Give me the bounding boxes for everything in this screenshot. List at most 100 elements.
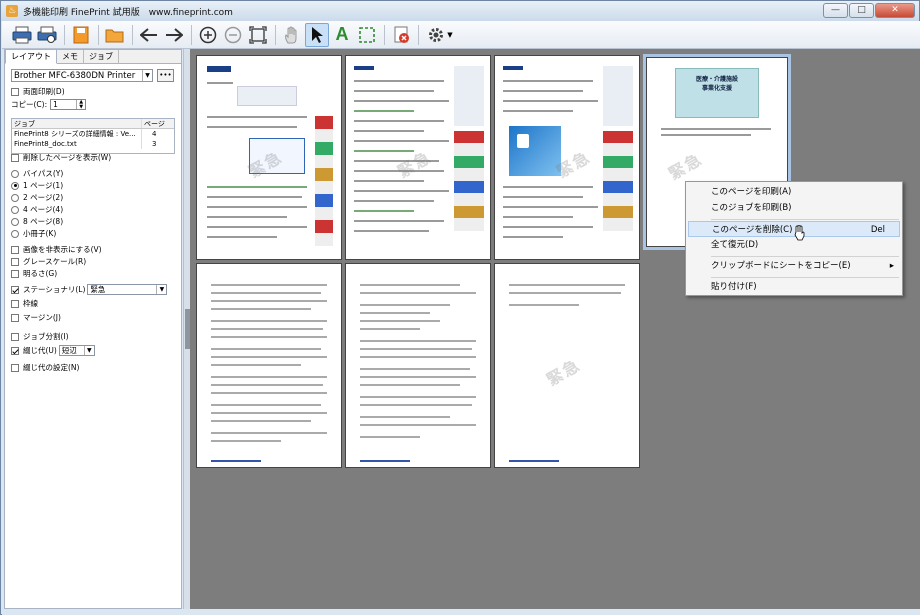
margin-checkbox[interactable] bbox=[11, 313, 19, 322]
grayscale-label: グレースケール(R) bbox=[23, 257, 87, 266]
frame-label: 枠線 bbox=[23, 299, 38, 308]
tab-jobs[interactable]: ジョブ bbox=[84, 50, 119, 64]
menu-item-print-page[interactable]: このページを印刷(A) bbox=[688, 184, 900, 200]
zoom-in-icon[interactable] bbox=[196, 23, 220, 47]
delete-page-icon[interactable] bbox=[389, 23, 413, 47]
table-row[interactable]: FinePrint8 シリーズの詳細情報 : Ve... 4 bbox=[12, 129, 174, 139]
app-icon[interactable]: ♨ bbox=[6, 5, 18, 17]
panel-splitter[interactable] bbox=[183, 49, 190, 609]
title-bar: ♨ 多機能印刷 FinePrint 試用版 www.fineprint.com … bbox=[1, 1, 919, 21]
stationery-checkbox[interactable] bbox=[11, 285, 19, 294]
marquee-select-icon[interactable] bbox=[355, 23, 379, 47]
page-thumbnail[interactable]: 緊急 bbox=[345, 55, 491, 260]
table-row[interactable]: FinePrint8_doc.txt 3 bbox=[12, 139, 174, 149]
printer-properties-button[interactable]: ••• bbox=[157, 69, 174, 82]
maximize-button[interactable]: □ bbox=[849, 3, 874, 18]
status-bar bbox=[2, 609, 920, 615]
page-thumbnail[interactable] bbox=[196, 263, 342, 468]
layout-radio-bypass[interactable] bbox=[11, 169, 19, 178]
printer-select[interactable]: Brother MFC-6380DN Printer ▼ bbox=[11, 69, 153, 82]
layout-radio-8page[interactable] bbox=[11, 217, 19, 226]
text-tool-icon[interactable]: A bbox=[330, 23, 354, 47]
grayscale-checkbox[interactable] bbox=[11, 257, 19, 266]
page-thumbnail[interactable]: 緊急 bbox=[494, 263, 640, 468]
close-button[interactable]: ✕ bbox=[875, 3, 915, 18]
tab-memo[interactable]: メモ bbox=[57, 50, 84, 64]
zoom-out-icon[interactable] bbox=[221, 23, 245, 47]
hide-images-checkbox[interactable] bbox=[11, 245, 19, 254]
menu-item-paste[interactable]: 貼り付け(F) bbox=[688, 279, 900, 295]
watermark-text: 緊急 bbox=[665, 149, 707, 184]
layout-label: 2 ページ(2) bbox=[23, 193, 64, 202]
duplex-checkbox[interactable] bbox=[11, 87, 19, 96]
fit-page-icon[interactable] bbox=[246, 23, 270, 47]
chevron-down-icon: ▼ bbox=[142, 70, 152, 81]
sidebar-tabs: レイアウト メモ ジョブ bbox=[5, 49, 181, 64]
hide-images-label: 画像を非表示にする(V) bbox=[23, 245, 102, 254]
settings-gear-icon[interactable]: ▼ bbox=[423, 23, 457, 47]
layout-label: 小冊子(K) bbox=[23, 229, 57, 238]
layout-label: 1 ページ(1) bbox=[23, 181, 64, 190]
pages-column-header[interactable]: ページ bbox=[142, 119, 174, 128]
open-folder-icon[interactable] bbox=[103, 23, 127, 47]
job-split-checkbox[interactable] bbox=[11, 332, 19, 341]
layout-label: 4 ページ(4) bbox=[23, 205, 64, 214]
job-split-label: ジョブ分割(I) bbox=[23, 332, 69, 341]
layout-label: 8 ページ(8) bbox=[23, 217, 64, 226]
job-name: FinePrint8 シリーズの詳細情報 : Ve... bbox=[12, 129, 142, 139]
copies-stepper[interactable]: 1 ▲ ▼ bbox=[50, 99, 87, 110]
binding-label: 綴じ代(U) bbox=[23, 346, 57, 355]
forward-arrow-icon[interactable] bbox=[162, 23, 186, 47]
chevron-down-icon: ▼ bbox=[156, 285, 166, 294]
layout-radio-1page[interactable] bbox=[11, 181, 19, 190]
hand-tool-icon[interactable] bbox=[280, 23, 304, 47]
toolbar: A ▼ bbox=[2, 21, 920, 49]
lighter-label: 明るさ(G) bbox=[23, 269, 58, 278]
duplex-label: 両面印刷(D) bbox=[23, 87, 65, 96]
tab-layout[interactable]: レイアウト bbox=[5, 49, 57, 64]
page-preview-canvas[interactable]: 緊急 緊急 緊急 医療・介護施設 事業化支援 緊急 緊急 bbox=[190, 49, 920, 609]
job-pages: 4 bbox=[152, 130, 157, 138]
layout-radio-booklet[interactable] bbox=[11, 229, 19, 238]
page-thumbnail[interactable] bbox=[345, 263, 491, 468]
save-icon[interactable] bbox=[69, 23, 93, 47]
back-arrow-icon[interactable] bbox=[137, 23, 161, 47]
print-icon[interactable] bbox=[10, 23, 34, 47]
stationery-select[interactable]: 緊急 ▼ bbox=[87, 284, 168, 295]
job-pages: 3 bbox=[152, 140, 157, 148]
print-preview-icon[interactable] bbox=[35, 23, 59, 47]
binding-settings-checkbox[interactable] bbox=[11, 363, 19, 372]
job-table-header: ジョブ ページ bbox=[12, 119, 174, 129]
lighter-checkbox[interactable] bbox=[11, 269, 19, 278]
chevron-down-icon: ▼ bbox=[83, 346, 94, 355]
layout-label: バイパス(Y) bbox=[23, 169, 64, 178]
binding-checkbox[interactable] bbox=[11, 346, 19, 355]
watermark-text: 緊急 bbox=[543, 355, 585, 390]
mouse-cursor-icon bbox=[794, 225, 805, 241]
margin-label: マージン(J) bbox=[23, 313, 61, 322]
layout-radio-4page[interactable] bbox=[11, 205, 19, 214]
copies-value: 1 bbox=[53, 100, 58, 109]
job-name: FinePrint8_doc.txt bbox=[12, 139, 142, 149]
printer-select-value: Brother MFC-6380DN Printer bbox=[14, 70, 136, 81]
stationery-value: 緊急 bbox=[90, 285, 106, 294]
job-column-header[interactable]: ジョブ bbox=[12, 119, 142, 128]
minimize-button[interactable]: — bbox=[823, 3, 848, 18]
brochure-title: 医療・介護施設 事業化支援 bbox=[695, 76, 738, 92]
menu-item-print-job[interactable]: このジョブを印刷(B) bbox=[688, 200, 900, 216]
binding-value: 短辺 bbox=[61, 346, 77, 355]
frame-checkbox[interactable] bbox=[11, 299, 19, 308]
binding-select[interactable]: 短辺 ▼ bbox=[58, 345, 95, 356]
page-thumbnail[interactable]: 緊急 bbox=[494, 55, 640, 260]
select-arrow-icon[interactable] bbox=[305, 22, 329, 47]
application-window: ♨ 多機能印刷 FinePrint 試用版 www.fineprint.com … bbox=[0, 0, 920, 615]
page-thumbnail[interactable]: 緊急 bbox=[196, 55, 342, 260]
submenu-arrow-icon: ▸ bbox=[889, 261, 894, 271]
shortcut-text: Del bbox=[870, 225, 885, 235]
show-deleted-label: 削除したページを表示(W) bbox=[23, 153, 112, 162]
layout-radio-2page[interactable] bbox=[11, 193, 19, 202]
show-deleted-checkbox[interactable] bbox=[11, 153, 19, 162]
left-panel: レイアウト メモ ジョブ Brother MFC-6380DN Printer ▼… bbox=[4, 49, 182, 609]
spin-arrows-icon[interactable]: ▲ ▼ bbox=[76, 100, 85, 109]
menu-item-copy-sheet[interactable]: クリップボードにシートをコピー(E) ▸ bbox=[688, 258, 900, 274]
